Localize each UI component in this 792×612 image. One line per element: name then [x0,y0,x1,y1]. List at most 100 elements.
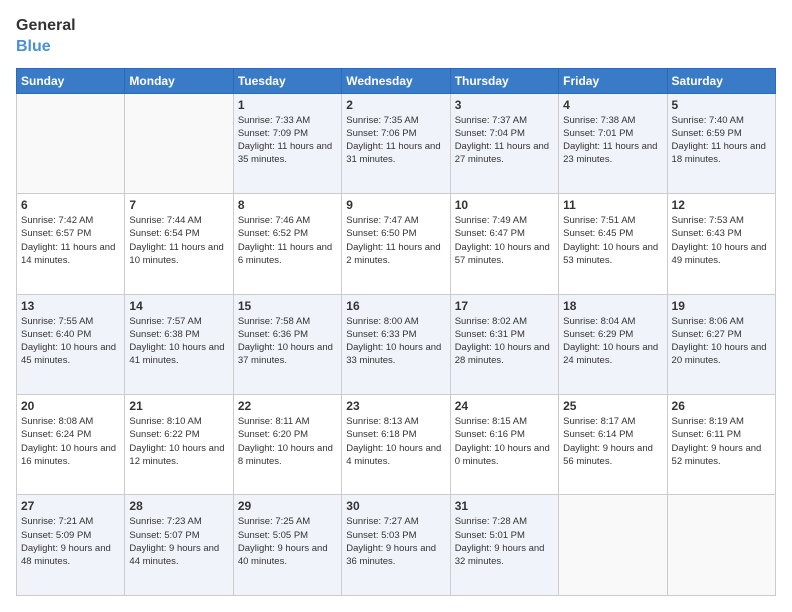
day-info: Sunrise: 7:35 AM Sunset: 7:06 PM Dayligh… [346,114,445,167]
calendar-cell: 8 Sunrise: 7:46 AM Sunset: 6:52 PM Daylig… [233,194,341,294]
calendar-week-row: 1 Sunrise: 7:33 AM Sunset: 7:09 PM Daylig… [17,93,776,193]
calendar-day-header: Tuesday [233,68,341,93]
calendar-week-row: 13Sunrise: 7:55 AM Sunset: 6:40 PM Dayli… [17,294,776,394]
day-number: 15 [238,299,337,313]
day-number: 8 [238,198,337,212]
calendar-cell: 12Sunrise: 7:53 AM Sunset: 6:43 PM Dayli… [667,194,775,294]
day-info: Sunrise: 7:44 AM Sunset: 6:54 PM Dayligh… [129,214,228,267]
calendar-week-row: 20 Sunrise: 8:08 AM Sunset: 6:24 PM Dayli… [17,395,776,495]
day-info: Sunrise: 8:08 AM Sunset: 6:24 PM Dayligh… [21,415,120,468]
day-number: 22 [238,399,337,413]
calendar-cell: 23 Sunrise: 8:13 AM Sunset: 6:18 PM Dayli… [342,395,450,495]
calendar-week-row: 27Sunrise: 7:21 AM Sunset: 5:09 PM Dayli… [17,495,776,596]
day-info: Sunrise: 7:49 AM Sunset: 6:47 PM Dayligh… [455,214,554,267]
logo-text: General Blue [16,16,76,58]
calendar-cell: 15 Sunrise: 7:58 AM Sunset: 6:36 PM Dayli… [233,294,341,394]
calendar-cell: 14 Sunrise: 7:57 AM Sunset: 6:38 PM Dayli… [125,294,233,394]
day-number: 24 [455,399,554,413]
day-info: Sunrise: 7:58 AM Sunset: 6:36 PM Dayligh… [238,315,337,368]
day-number: 20 [21,399,120,413]
day-number: 31 [455,499,554,513]
calendar-cell [125,93,233,193]
calendar-cell: 13Sunrise: 7:55 AM Sunset: 6:40 PM Dayli… [17,294,125,394]
day-info: Sunrise: 7:57 AM Sunset: 6:38 PM Dayligh… [129,315,228,368]
day-number: 10 [455,198,554,212]
day-info: Sunrise: 7:23 AM Sunset: 5:07 PM Dayligh… [129,515,228,568]
day-info: Sunrise: 7:55 AM Sunset: 6:40 PM Dayligh… [21,315,120,368]
day-info: Sunrise: 8:15 AM Sunset: 6:16 PM Dayligh… [455,415,554,468]
calendar-cell: 22 Sunrise: 8:11 AM Sunset: 6:20 PM Dayli… [233,395,341,495]
day-number: 29 [238,499,337,513]
calendar-cell [559,495,667,596]
calendar-cell: 28 Sunrise: 7:23 AM Sunset: 5:07 PM Dayli… [125,495,233,596]
day-number: 12 [672,198,771,212]
calendar-day-header: Wednesday [342,68,450,93]
day-info: Sunrise: 7:40 AM Sunset: 6:59 PM Dayligh… [672,114,771,167]
day-info: Sunrise: 7:38 AM Sunset: 7:01 PM Dayligh… [563,114,662,167]
calendar-day-header: Thursday [450,68,558,93]
calendar-cell: 20 Sunrise: 8:08 AM Sunset: 6:24 PM Dayli… [17,395,125,495]
calendar-cell: 4 Sunrise: 7:38 AM Sunset: 7:01 PM Daylig… [559,93,667,193]
day-info: Sunrise: 8:17 AM Sunset: 6:14 PM Dayligh… [563,415,662,468]
calendar-day-header: Monday [125,68,233,93]
day-info: Sunrise: 8:19 AM Sunset: 6:11 PM Dayligh… [672,415,771,468]
calendar-cell: 9Sunrise: 7:47 AM Sunset: 6:50 PM Daylig… [342,194,450,294]
calendar-cell: 27Sunrise: 7:21 AM Sunset: 5:09 PM Dayli… [17,495,125,596]
calendar-cell: 21 Sunrise: 8:10 AM Sunset: 6:22 PM Dayli… [125,395,233,495]
day-number: 7 [129,198,228,212]
calendar-cell: 2 Sunrise: 7:35 AM Sunset: 7:06 PM Daylig… [342,93,450,193]
calendar-cell: 7 Sunrise: 7:44 AM Sunset: 6:54 PM Daylig… [125,194,233,294]
page: General Blue General Blue SundayMondayTue… [0,0,792,612]
calendar-header-row: SundayMondayTuesdayWednesdayThursdayFrid… [17,68,776,93]
calendar-cell [17,93,125,193]
calendar-cell: 25 Sunrise: 8:17 AM Sunset: 6:14 PM Dayli… [559,395,667,495]
calendar-cell: 24 Sunrise: 8:15 AM Sunset: 6:16 PM Dayli… [450,395,558,495]
logo-general: General [16,17,76,34]
calendar-week-row: 6 Sunrise: 7:42 AM Sunset: 6:57 PM Daylig… [17,194,776,294]
day-info: Sunrise: 7:27 AM Sunset: 5:03 PM Dayligh… [346,515,445,568]
calendar-day-header: Friday [559,68,667,93]
day-number: 30 [346,499,445,513]
day-info: Sunrise: 8:11 AM Sunset: 6:20 PM Dayligh… [238,415,337,468]
day-info: Sunrise: 7:46 AM Sunset: 6:52 PM Dayligh… [238,214,337,267]
day-info: Sunrise: 7:51 AM Sunset: 6:45 PM Dayligh… [563,214,662,267]
day-info: Sunrise: 7:42 AM Sunset: 6:57 PM Dayligh… [21,214,120,267]
day-number: 25 [563,399,662,413]
calendar-cell: 19 Sunrise: 8:06 AM Sunset: 6:27 PM Dayli… [667,294,775,394]
day-number: 2 [346,98,445,112]
day-number: 16 [346,299,445,313]
calendar-cell: 17Sunrise: 8:02 AM Sunset: 6:31 PM Dayli… [450,294,558,394]
day-number: 19 [672,299,771,313]
day-number: 1 [238,98,337,112]
day-info: Sunrise: 7:25 AM Sunset: 5:05 PM Dayligh… [238,515,337,568]
day-info: Sunrise: 8:10 AM Sunset: 6:22 PM Dayligh… [129,415,228,468]
day-number: 6 [21,198,120,212]
day-number: 3 [455,98,554,112]
day-number: 23 [346,399,445,413]
day-number: 28 [129,499,228,513]
day-info: Sunrise: 8:04 AM Sunset: 6:29 PM Dayligh… [563,315,662,368]
day-info: Sunrise: 7:33 AM Sunset: 7:09 PM Dayligh… [238,114,337,167]
day-info: Sunrise: 8:13 AM Sunset: 6:18 PM Dayligh… [346,415,445,468]
day-number: 26 [672,399,771,413]
day-number: 4 [563,98,662,112]
calendar-cell: 26 Sunrise: 8:19 AM Sunset: 6:11 PM Dayli… [667,395,775,495]
calendar-cell: 31Sunrise: 7:28 AM Sunset: 5:01 PM Dayli… [450,495,558,596]
calendar-cell: 30 Sunrise: 7:27 AM Sunset: 5:03 PM Dayli… [342,495,450,596]
day-info: Sunrise: 8:06 AM Sunset: 6:27 PM Dayligh… [672,315,771,368]
day-number: 14 [129,299,228,313]
calendar-table: SundayMondayTuesdayWednesdayThursdayFrid… [16,68,776,596]
day-number: 21 [129,399,228,413]
calendar-cell: 6 Sunrise: 7:42 AM Sunset: 6:57 PM Daylig… [17,194,125,294]
logo: General Blue General Blue [16,16,76,58]
calendar-cell: 5 Sunrise: 7:40 AM Sunset: 6:59 PM Daylig… [667,93,775,193]
logo-blue: Blue [16,38,51,55]
day-number: 5 [672,98,771,112]
calendar-cell: 11Sunrise: 7:51 AM Sunset: 6:45 PM Dayli… [559,194,667,294]
day-info: Sunrise: 8:00 AM Sunset: 6:33 PM Dayligh… [346,315,445,368]
calendar-cell: 1 Sunrise: 7:33 AM Sunset: 7:09 PM Daylig… [233,93,341,193]
calendar-cell [667,495,775,596]
day-info: Sunrise: 8:02 AM Sunset: 6:31 PM Dayligh… [455,315,554,368]
day-info: Sunrise: 7:47 AM Sunset: 6:50 PM Dayligh… [346,214,445,267]
calendar-cell: 3Sunrise: 7:37 AM Sunset: 7:04 PM Daylig… [450,93,558,193]
